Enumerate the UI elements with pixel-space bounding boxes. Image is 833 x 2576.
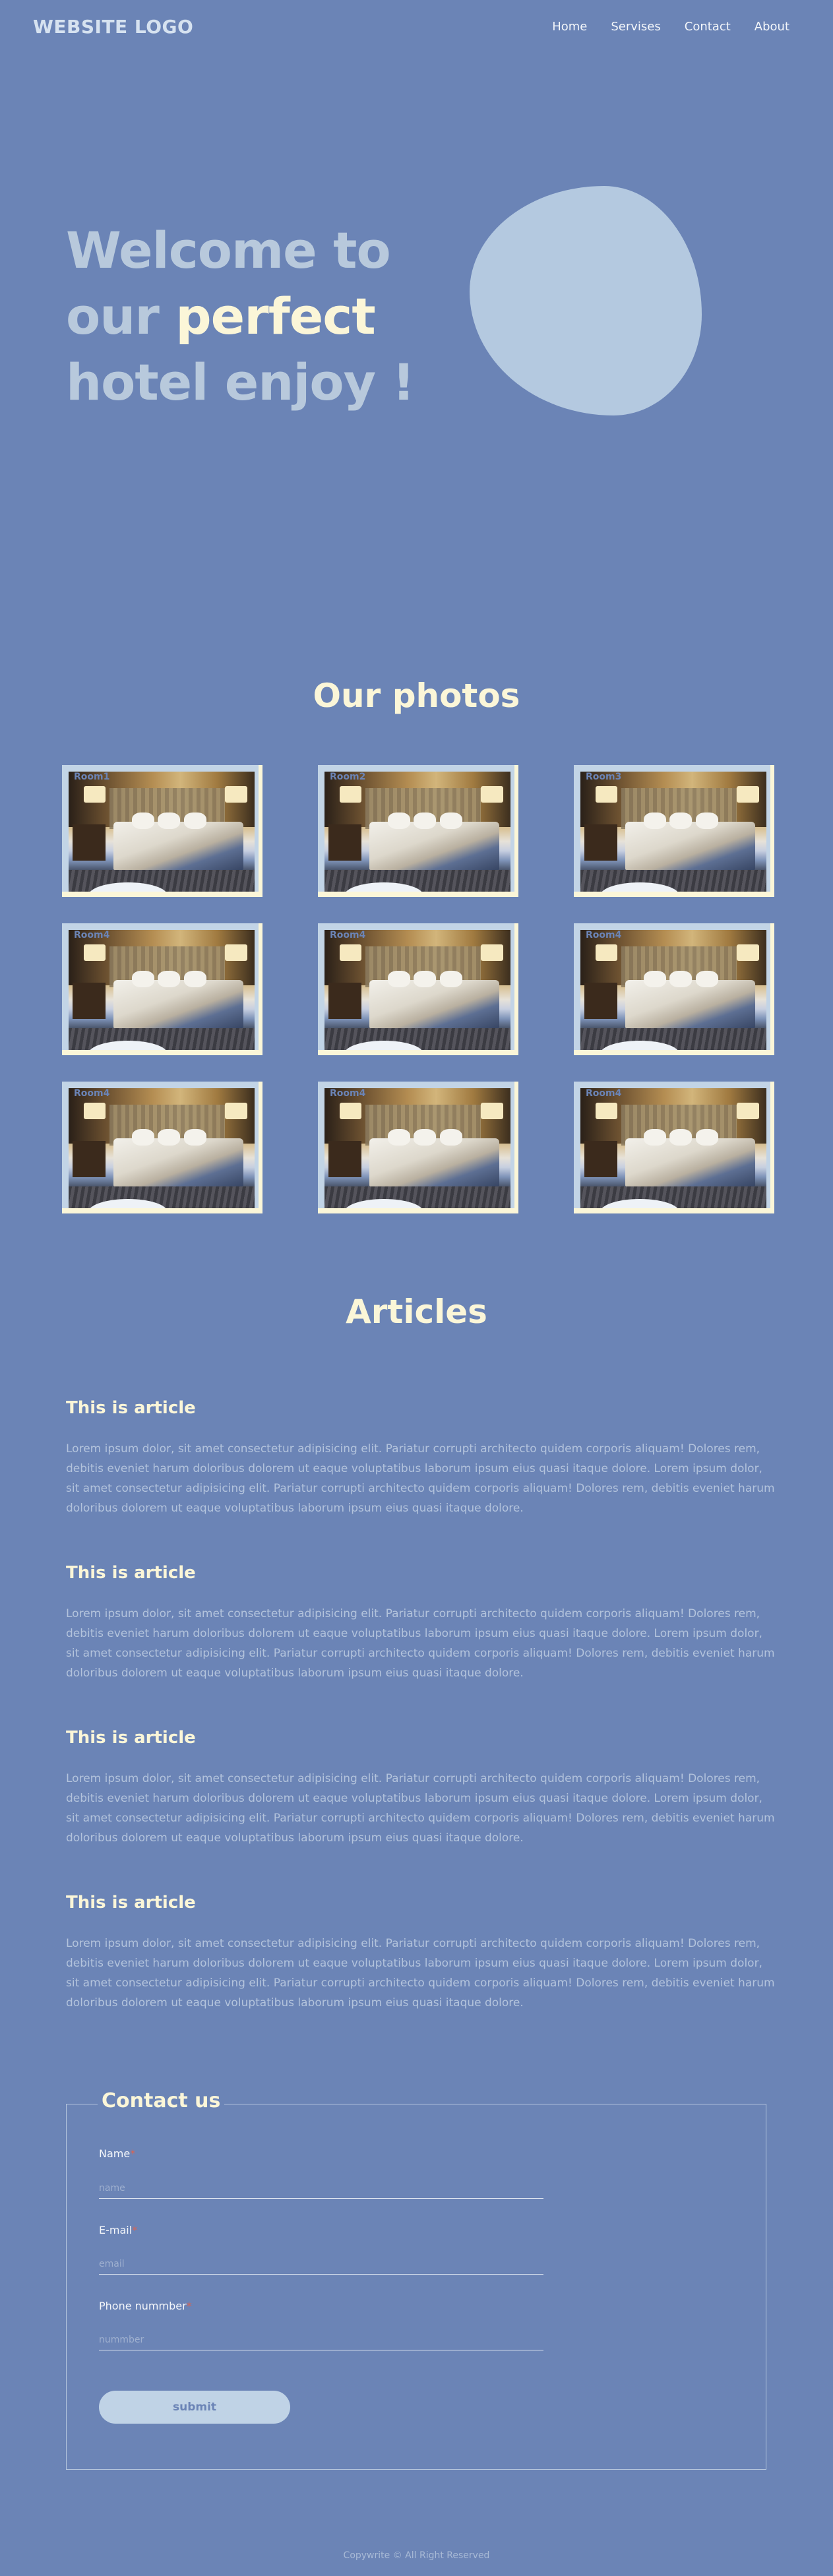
- phone-input[interactable]: [99, 2329, 543, 2350]
- required-mark: *: [186, 2300, 192, 2312]
- name-label: Name*: [99, 2147, 136, 2160]
- nav-services-link[interactable]: Servises: [611, 20, 660, 34]
- room-photo: [69, 1088, 255, 1208]
- hero-title: Welcome to our perfect hotel enjoy !: [66, 218, 415, 415]
- phone-label: Phone nummber*: [99, 2300, 192, 2312]
- room-photo: [324, 930, 510, 1050]
- room-photo-card[interactable]: Room3: [574, 765, 774, 897]
- room-photo: [580, 930, 766, 1050]
- room-label: Room4: [74, 930, 110, 940]
- room-photo-card[interactable]: Room4: [318, 1082, 518, 1213]
- room-label: Room4: [74, 1088, 110, 1099]
- required-mark: *: [130, 2147, 136, 2160]
- article-title: This is article: [66, 1563, 196, 1583]
- main-nav: Home Servises Contact About: [552, 20, 789, 34]
- nav-home-link[interactable]: Home: [552, 20, 587, 34]
- email-label: E-mail*: [99, 2224, 138, 2236]
- article-title: This is article: [66, 1398, 196, 1418]
- required-mark: *: [132, 2224, 138, 2236]
- article-body: Lorem ipsum dolor, sit amet consectetur …: [66, 1607, 775, 1680]
- hero-line-3: hotel enjoy !: [66, 353, 415, 412]
- room-photo-card[interactable]: Room1: [62, 765, 262, 897]
- hero-line-1: Welcome to: [66, 221, 391, 280]
- nav-about-link[interactable]: About: [755, 20, 789, 34]
- room-photo-card[interactable]: Room2: [318, 765, 518, 897]
- site-header: WEBSITE LOGO Home Servises Contact About: [0, 0, 833, 54]
- room-label: Room4: [586, 1088, 622, 1099]
- hero-blob-shape: [470, 186, 702, 415]
- contact-form-title: Contact us: [98, 2089, 225, 2112]
- room-photo: [324, 772, 510, 892]
- name-input[interactable]: [99, 2178, 543, 2199]
- submit-button[interactable]: submit: [99, 2391, 290, 2424]
- hero-highlight-word: perfect: [175, 287, 375, 346]
- room-photo: [69, 930, 255, 1050]
- room-photo: [580, 1088, 766, 1208]
- room-photo-card[interactable]: Room4: [62, 923, 262, 1055]
- photos-section-title: Our photos: [313, 677, 520, 715]
- room-photo-card[interactable]: Room4: [62, 1082, 262, 1213]
- room-label: Room1: [74, 772, 110, 782]
- room-label: Room4: [586, 930, 622, 940]
- email-input[interactable]: [99, 2254, 543, 2275]
- room-photo-card[interactable]: Room4: [574, 1082, 774, 1213]
- article-body: Lorem ipsum dolor, sit amet consectetur …: [66, 1772, 775, 1845]
- room-photo-card[interactable]: Room4: [574, 923, 774, 1055]
- room-label: Room2: [330, 772, 366, 782]
- article-title: This is article: [66, 1728, 196, 1748]
- website-logo[interactable]: WEBSITE LOGO: [33, 16, 193, 38]
- room-label: Room4: [330, 1088, 366, 1099]
- room-photo: [69, 772, 255, 892]
- hero-line-2a: our: [66, 287, 176, 346]
- room-label: Room3: [586, 772, 622, 782]
- article-body: Lorem ipsum dolor, sit amet consectetur …: [66, 1937, 775, 2009]
- nav-contact-link[interactable]: Contact: [685, 20, 731, 34]
- article-body: Lorem ipsum dolor, sit amet consectetur …: [66, 1442, 775, 1515]
- footer-copyright: Copywrite © All Right Reserved: [343, 2550, 490, 2561]
- room-photo-card[interactable]: Room4: [318, 923, 518, 1055]
- room-label: Room4: [330, 930, 366, 940]
- article-title: This is article: [66, 1893, 196, 1913]
- room-photo: [324, 1088, 510, 1208]
- articles-section-title: Articles: [346, 1293, 487, 1331]
- room-photo: [580, 772, 766, 892]
